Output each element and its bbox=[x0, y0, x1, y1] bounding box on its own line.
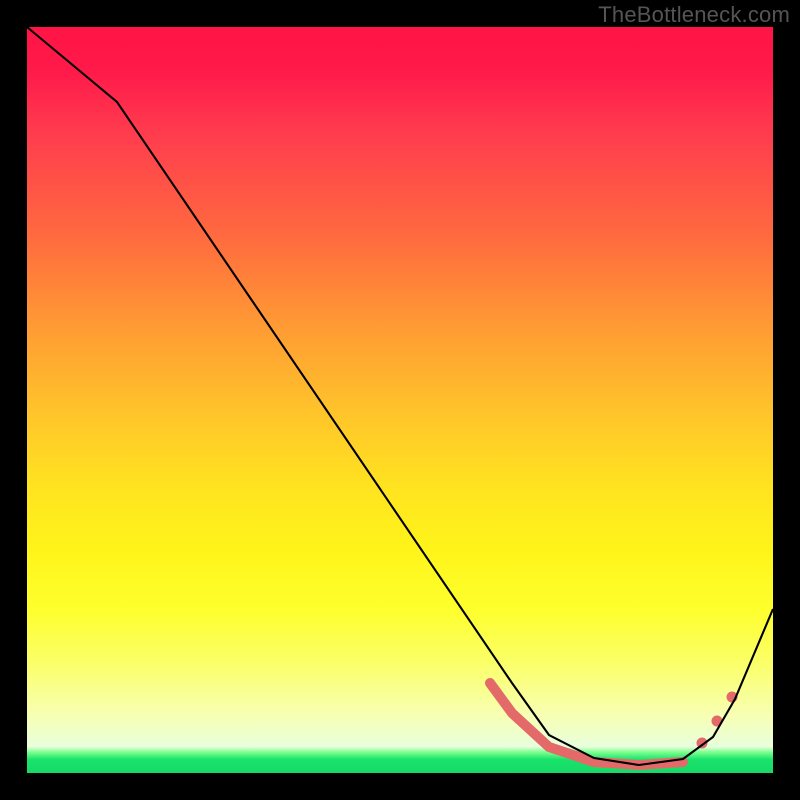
bottleneck-curve bbox=[27, 27, 773, 765]
highlight-segment bbox=[490, 683, 683, 765]
curve-svg bbox=[27, 27, 773, 773]
chart-frame: TheBottleneck.com bbox=[0, 0, 800, 800]
watermark-text: TheBottleneck.com bbox=[598, 2, 790, 28]
plot-area bbox=[27, 27, 773, 773]
